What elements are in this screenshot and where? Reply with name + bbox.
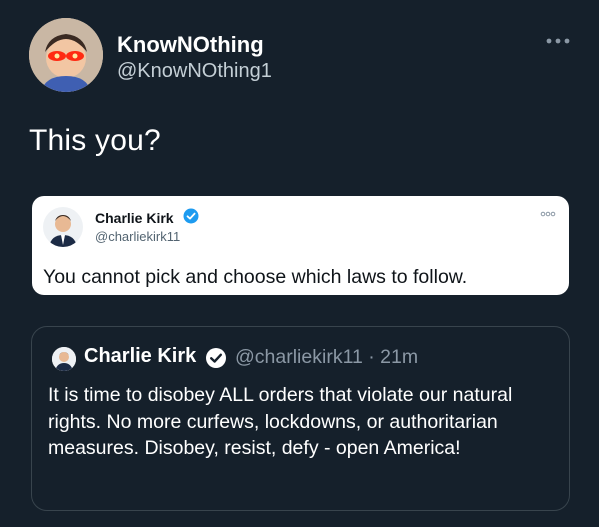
screenshot-author-name: Charlie Kirk bbox=[95, 210, 174, 226]
tweet-text: This you? bbox=[29, 124, 161, 157]
screenshot-tweet-text: You cannot pick and choose which laws to… bbox=[43, 266, 468, 288]
embedded-tweet-screenshot: Charlie Kirk @charliekirk11 You cannot p… bbox=[32, 196, 569, 295]
more-options-icon[interactable] bbox=[545, 36, 571, 46]
tweet: KnowNOthing @KnowNOthing1 This you? Char… bbox=[0, 0, 599, 527]
more-options-icon bbox=[540, 211, 556, 217]
quoted-author-avatar bbox=[52, 347, 76, 371]
quoted-author-handle-and-time: @charliekirk11 · 21m bbox=[235, 346, 419, 368]
verified-badge-icon bbox=[206, 348, 226, 368]
quoted-author-name: Charlie Kirk bbox=[84, 345, 197, 367]
quoted-tweet[interactable]: Charlie Kirk @charliekirk11 · 21m It is … bbox=[31, 326, 570, 511]
author-avatar[interactable] bbox=[29, 18, 103, 92]
screenshot-avatar bbox=[43, 207, 83, 247]
quoted-tweet-text: It is time to disobey ALL orders that vi… bbox=[48, 384, 513, 459]
screenshot-author-handle: @charliekirk11 bbox=[95, 229, 181, 244]
author-name[interactable]: KnowNOthing bbox=[117, 32, 264, 58]
verified-badge-icon bbox=[183, 208, 199, 224]
author-handle[interactable]: @KnowNOthing1 bbox=[117, 60, 272, 83]
glowing-eyes-avatar-icon bbox=[29, 18, 103, 92]
